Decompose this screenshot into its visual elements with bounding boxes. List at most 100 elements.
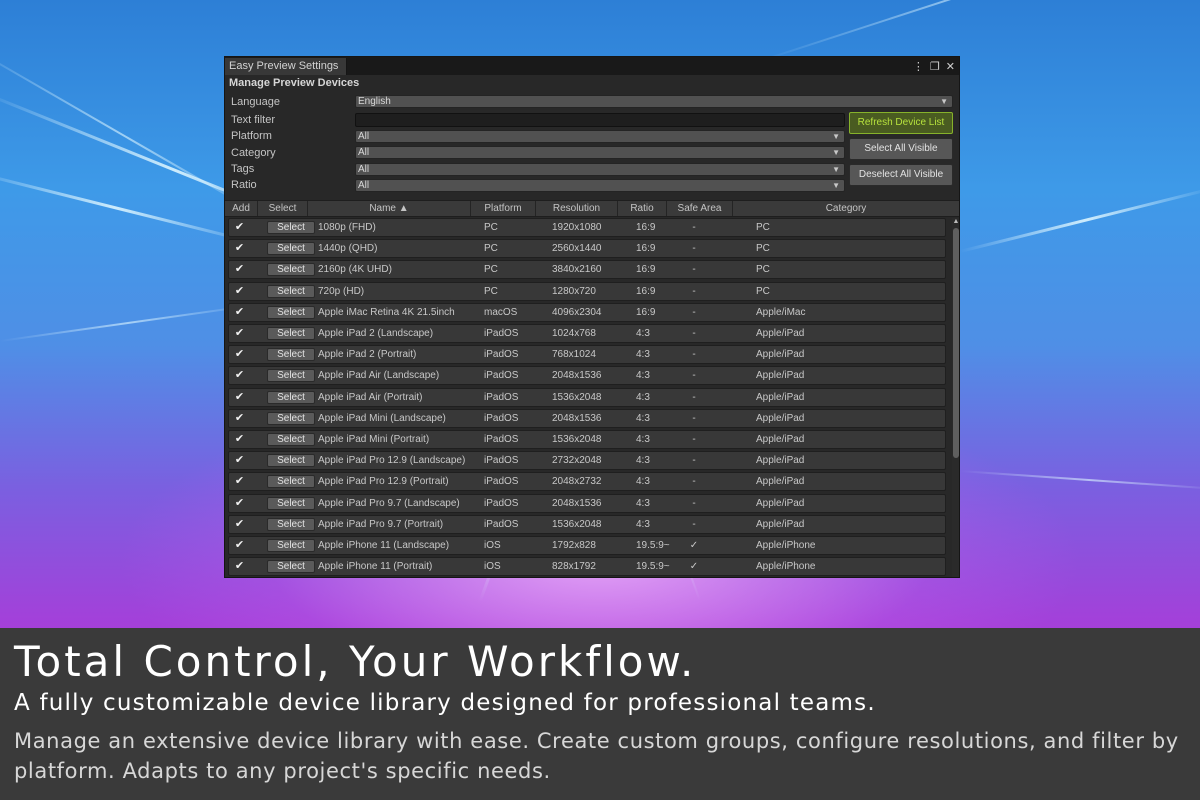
ratio-dropdown[interactable]: All ▼ [355,179,845,192]
device-platform-cell: macOS [484,306,518,318]
add-checkbox[interactable]: ✔ [234,328,245,339]
device-name-cell: Apple iPad 2 (Portrait) [318,349,417,361]
select-device-button[interactable]: Select [267,390,315,404]
device-resolution-cell: 1920x1080 [552,222,602,233]
category-dropdown[interactable]: All ▼ [355,146,845,159]
select-device-button[interactable]: Select [267,242,315,256]
select-all-visible-button[interactable]: Select All Visible [849,138,953,160]
add-checkbox[interactable]: ✔ [234,561,245,572]
select-device-button[interactable]: Select [267,284,315,298]
add-checkbox[interactable]: ✔ [234,434,245,445]
select-device-button[interactable]: Select [267,433,315,446]
device-safe-area-cell: ✓ [689,540,699,551]
add-checkbox[interactable]: ✔ [234,264,245,275]
select-device-button[interactable]: Select [267,539,315,552]
device-ratio-cell: 4:3 [636,412,650,424]
headline: Total Control, Your Workflow. [14,637,697,686]
add-checkbox[interactable]: ✔ [234,391,245,403]
device-safe-area-cell: ✓ [689,561,699,573]
refresh-device-list-button[interactable]: Refresh Device List [849,112,953,134]
device-name-cell: Apple iPad Air (Portrait) [318,391,423,403]
add-checkbox[interactable]: ✔ [234,476,245,487]
device-ratio-cell: 19.5:9~ [636,561,670,573]
select-device-button[interactable]: Select [267,411,315,425]
column-header-select[interactable]: Select [258,201,308,216]
kebab-menu-icon[interactable]: ⋮ [913,60,924,73]
add-checkbox[interactable]: ✔ [234,540,245,551]
device-platform-cell: iPadOS [484,476,519,488]
device-table-scrollbar[interactable]: ▲ [952,218,959,577]
easy-preview-settings-window: Easy Preview Settings ⋮ ❐ ✕ Manage Previ… [224,56,960,578]
device-resolution-cell: 1792x828 [552,540,596,551]
device-category-cell: Apple/iPad [756,455,805,467]
column-header-resolution[interactable]: Resolution [536,201,618,216]
device-platform-cell: iOS [484,540,501,551]
select-device-button[interactable]: Select [267,369,315,383]
device-safe-area-cell: - [692,222,696,233]
select-device-button[interactable]: Select [267,496,315,510]
select-device-button[interactable]: Select [267,305,315,319]
table-row: ✔ Select Apple iPad Air (Portrait) iPadOS 15… [228,387,946,407]
add-checkbox[interactable]: ✔ [234,243,245,254]
add-checkbox[interactable]: ✔ [234,285,245,297]
add-checkbox[interactable]: ✔ [234,412,245,424]
add-checkbox[interactable]: ✔ [234,518,245,530]
device-safe-area-cell: - [692,518,696,530]
device-platform-cell: iPadOS [484,370,519,382]
device-name-cell: Apple iPad Air (Landscape) [318,370,440,382]
close-icon[interactable]: ✕ [946,60,955,73]
device-safe-area-cell: - [692,264,696,276]
table-row: ✔ Select 720p (HD) PC 1280x720 16:9 - PC [228,281,946,301]
column-header-name[interactable]: Name ▲ [308,201,471,216]
device-resolution-cell: 2048x1536 [552,370,602,382]
table-row: ✔ Select 1080p (FHD) PC 1920x1080 16:9 - PC [228,218,946,237]
device-resolution-cell: 1536x2048 [552,391,602,403]
language-dropdown[interactable]: English ▼ [355,95,953,108]
maximize-icon[interactable]: ❐ [930,60,940,73]
select-device-button[interactable]: Select [267,263,315,277]
device-resolution-cell: 2732x2048 [552,455,602,467]
device-safe-area-cell: - [692,391,696,403]
select-device-button[interactable]: Select [267,348,315,362]
add-checkbox[interactable]: ✔ [234,349,245,360]
table-row: ✔ Select Apple iPad Air (Landscape) iPadOS 2… [228,366,946,386]
promo-page: Easy Preview Settings ⋮ ❐ ✕ Manage Previ… [0,0,1200,800]
select-device-button[interactable]: Select [267,454,315,468]
window-tab-bar: Easy Preview Settings ⋮ ❐ ✕ [225,57,959,75]
device-name-cell: Apple iMac Retina 4K 21.5inch [318,306,455,318]
select-device-button[interactable]: Select [267,560,315,574]
description: Manage an extensive device library with … [14,729,1179,783]
device-safe-area-cell: - [692,349,696,361]
scrollbar-thumb[interactable] [953,228,959,458]
device-ratio-cell: 4:3 [636,370,650,382]
column-header-category[interactable]: Category [733,201,959,216]
add-checkbox[interactable]: ✔ [234,370,245,381]
platform-dropdown[interactable]: All ▼ [355,130,845,143]
window-tab[interactable]: Easy Preview Settings [225,58,348,75]
column-header-platform[interactable]: Platform [471,201,536,216]
table-row: ✔ Select Apple iPad Pro 9.7 (Landscape) iPa… [228,493,946,513]
column-header-add[interactable]: Add [225,201,258,216]
device-category-cell: Apple/iMac [756,306,806,318]
select-device-button[interactable]: Select [267,221,315,234]
select-device-button[interactable]: Select [267,517,315,531]
add-checkbox[interactable]: ✔ [234,497,245,509]
caption-band: Total Control, Your Workflow. A fully cu… [0,628,1200,800]
chevron-down-icon: ▼ [832,148,840,157]
tags-value: All [358,164,370,175]
add-checkbox[interactable]: ✔ [234,306,245,318]
select-device-button[interactable]: Select [267,475,315,489]
device-table-header: Add Select Name ▲ Platform Resolution Ra… [225,200,959,217]
column-header-safe-area[interactable]: Safe Area [667,201,733,216]
add-checkbox[interactable]: ✔ [234,455,245,466]
text-filter-input[interactable] [355,113,845,127]
device-category-cell: Apple/iPad [756,434,805,445]
column-header-ratio[interactable]: Ratio [618,201,667,216]
add-checkbox[interactable]: ✔ [234,222,245,233]
panel-title: Manage Preview Devices [229,77,360,89]
select-device-button[interactable]: Select [267,327,315,340]
tags-dropdown[interactable]: All ▼ [355,163,845,176]
scroll-up-icon[interactable]: ▲ [952,218,959,226]
deselect-all-visible-button[interactable]: Deselect All Visible [849,164,953,186]
device-name-cell: Apple iPhone 11 (Landscape) [318,540,450,551]
